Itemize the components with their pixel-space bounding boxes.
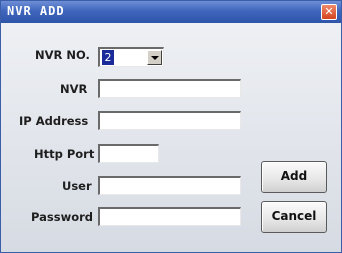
nvr-add-dialog: NVR ADD ✕ NVR NO. 2 NVR IP Address Http … xyxy=(0,0,342,253)
nvr-no-label: NVR NO. xyxy=(35,48,90,62)
user-field[interactable] xyxy=(98,176,241,195)
title-bar[interactable]: NVR ADD ✕ xyxy=(1,1,341,23)
nvr-label: NVR xyxy=(60,82,88,96)
http-port-label: Http Port xyxy=(34,147,95,161)
ip-address-label: IP Address xyxy=(19,114,89,128)
close-icon[interactable]: ✕ xyxy=(321,4,337,20)
add-button[interactable]: Add xyxy=(261,161,327,193)
window-title: NVR ADD xyxy=(7,4,65,18)
user-label: User xyxy=(62,179,92,193)
password-field[interactable] xyxy=(98,207,241,226)
http-port-field[interactable] xyxy=(98,144,159,163)
cancel-button[interactable]: Cancel xyxy=(261,201,327,233)
ip-address-field[interactable] xyxy=(98,111,241,130)
nvr-no-select[interactable]: 2 xyxy=(98,47,164,67)
chevron-down-icon[interactable] xyxy=(147,50,162,65)
nvr-no-selected-value: 2 xyxy=(102,50,114,65)
nvr-field[interactable] xyxy=(98,79,241,98)
password-label: Password xyxy=(31,210,93,224)
